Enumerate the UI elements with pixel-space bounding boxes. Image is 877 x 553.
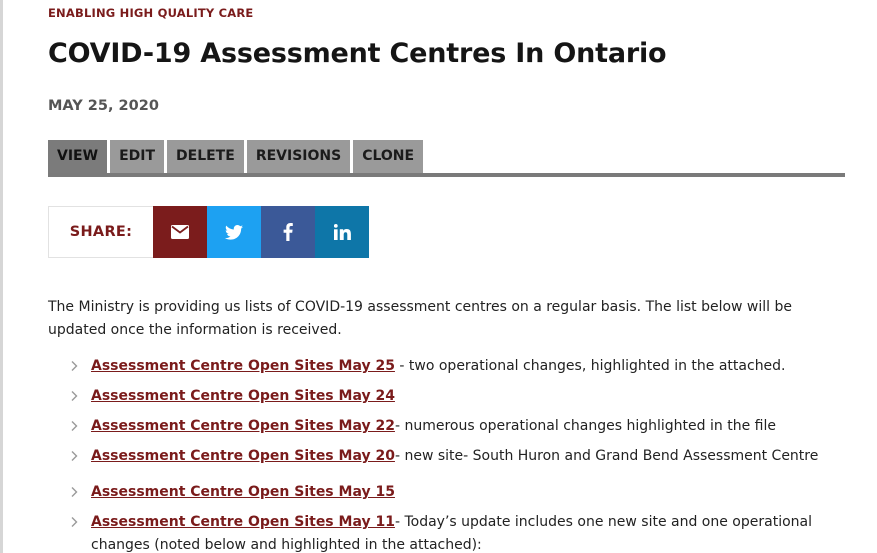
facebook-icon bbox=[283, 223, 293, 241]
left-border bbox=[0, 0, 3, 553]
item-note: - new site- South Huron and Grand Bend A… bbox=[394, 448, 819, 464]
tab-delete[interactable]: DELETE bbox=[167, 140, 244, 173]
tab-edit[interactable]: EDIT bbox=[110, 140, 165, 173]
link-assessment-may-11[interactable]: Assessment Centre Open Sites May 11 bbox=[91, 514, 395, 530]
list-item: Assessment Centre Open Sites May 20- new… bbox=[68, 445, 845, 468]
chevron-right-icon bbox=[71, 361, 78, 371]
email-icon bbox=[171, 225, 189, 239]
twitter-icon bbox=[225, 224, 243, 240]
list-item: Assessment Centre Open Sites May 25 - tw… bbox=[68, 355, 845, 378]
chevron-right-icon bbox=[71, 487, 78, 497]
link-assessment-may-25[interactable]: Assessment Centre Open Sites May 25 bbox=[91, 358, 395, 374]
chevron-right-icon bbox=[71, 421, 78, 431]
chevron-right-icon bbox=[71, 451, 78, 461]
linkedin-icon bbox=[333, 224, 351, 240]
share-facebook-button[interactable] bbox=[261, 206, 315, 258]
item-note: - numerous operational changes highlight… bbox=[394, 418, 776, 434]
link-assessment-may-24[interactable]: Assessment Centre Open Sites May 24 bbox=[91, 388, 395, 404]
admin-tabs: VIEW EDIT DELETE REVISIONS CLONE bbox=[48, 140, 845, 177]
assessment-centre-list: Assessment Centre Open Sites May 25 - tw… bbox=[68, 355, 845, 553]
intro-paragraph: The Ministry is providing us lists of CO… bbox=[48, 299, 793, 338]
link-assessment-may-20[interactable]: Assessment Centre Open Sites May 20 bbox=[91, 448, 395, 464]
link-assessment-may-22[interactable]: Assessment Centre Open Sites May 22 bbox=[91, 418, 395, 434]
share-bar: SHARE: bbox=[48, 206, 369, 258]
share-twitter-button[interactable] bbox=[207, 206, 261, 258]
item-note: - two operational changes, highlighted i… bbox=[394, 358, 786, 374]
chevron-right-icon bbox=[71, 517, 78, 527]
tab-clone[interactable]: CLONE bbox=[353, 140, 424, 173]
list-item: Assessment Centre Open Sites May 15 bbox=[68, 481, 845, 504]
share-label: SHARE: bbox=[48, 206, 153, 258]
tab-revisions[interactable]: REVISIONS bbox=[246, 140, 351, 173]
chevron-right-icon bbox=[71, 391, 78, 401]
page-title: COVID-19 Assessment Centres In Ontario bbox=[48, 38, 667, 69]
list-item: Assessment Centre Open Sites May 24 bbox=[68, 385, 845, 408]
list-item: Assessment Centre Open Sites May 11- Tod… bbox=[68, 511, 845, 553]
share-linkedin-button[interactable] bbox=[315, 206, 369, 258]
link-assessment-may-15[interactable]: Assessment Centre Open Sites May 15 bbox=[91, 484, 395, 500]
list-item: Assessment Centre Open Sites May 22- num… bbox=[68, 415, 845, 438]
share-email-button[interactable] bbox=[153, 206, 207, 258]
category-eyebrow[interactable]: ENABLING HIGH QUALITY CARE bbox=[48, 6, 253, 20]
post-date: MAY 25, 2020 bbox=[48, 98, 159, 114]
tab-view[interactable]: VIEW bbox=[48, 140, 108, 173]
